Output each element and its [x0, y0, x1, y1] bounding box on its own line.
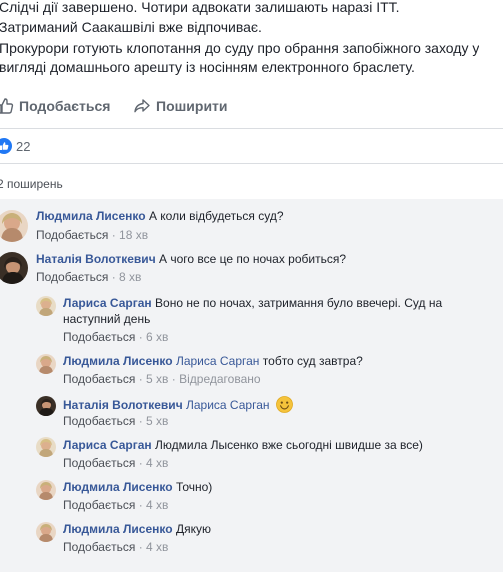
reply-author[interactable]: Людмила Лисенко — [63, 522, 173, 536]
reply-author[interactable]: Наталія Волоткевич — [63, 398, 183, 412]
comment-body: Людмила Лисенко А коли відбудеться суд? — [36, 208, 284, 224]
reaction-count: 22 — [16, 138, 31, 154]
reply-body: Людмила Лисенко Точно) — [63, 479, 212, 495]
reply-meta: Подобається · 4 хв — [63, 540, 168, 554]
avatar[interactable] — [36, 522, 56, 542]
reply-like-link[interactable]: Подобається — [63, 498, 135, 512]
reply-like-link[interactable]: Подобається — [63, 456, 135, 470]
comment-text: А чого все це по ночах робиться? — [159, 252, 347, 266]
share-button-label: Поширити — [156, 98, 228, 114]
reactions-summary[interactable]: 22 — [0, 138, 30, 154]
avatar[interactable] — [36, 437, 56, 457]
share-button[interactable]: Поширити — [133, 97, 228, 115]
reply-author[interactable]: Лариса Сарган — [63, 296, 152, 310]
reply-body: Людмила Лисенко Дякую — [63, 521, 211, 537]
avatar[interactable] — [36, 296, 56, 316]
meta-separator: · — [111, 228, 116, 242]
like-button[interactable]: Подобається — [0, 97, 110, 115]
thumbs-up-icon — [0, 97, 14, 115]
reply-like-link[interactable]: Подобається — [63, 414, 135, 428]
reply-body: Лариса Сарган Воно не по ночах, затриман… — [63, 295, 463, 327]
meta-separator: · — [138, 330, 143, 344]
reply-time[interactable]: 6 хв — [146, 330, 168, 344]
divider — [0, 163, 503, 164]
reply-like-link[interactable]: Подобається — [63, 540, 135, 554]
reply-body: Лариса Сарган Людмила Лысенко вже сьогод… — [63, 437, 423, 453]
comment-meta: Подобається · 8 хв — [36, 270, 141, 284]
shares-count[interactable]: 2 поширень — [0, 177, 63, 191]
comment-time[interactable]: 8 хв — [119, 270, 141, 284]
reply-text: Дякую — [175, 522, 211, 536]
comment-like-link[interactable]: Подобається — [36, 228, 108, 242]
reply-time[interactable]: 5 хв — [146, 414, 168, 428]
reply-time[interactable]: 4 хв — [146, 540, 168, 554]
avatar[interactable] — [36, 480, 56, 500]
comment-body: Наталія Волоткевич А чого все це по ноча… — [36, 251, 346, 267]
comment-author[interactable]: Людмила Лисенко — [36, 209, 146, 223]
reply-time[interactable]: 4 хв — [146, 498, 168, 512]
reply-meta: Подобається · 4 хв — [63, 498, 168, 512]
reply-body: Людмила Лисенко Лариса Сарган тобто суд … — [63, 353, 363, 369]
reply-text: Точно) — [175, 480, 213, 494]
reply-mention[interactable]: Лариса Сарган — [176, 354, 260, 368]
meta-separator: · — [171, 372, 176, 386]
meta-separator: · — [138, 540, 143, 554]
reply-text: наступний день — [63, 312, 151, 326]
reply-mention[interactable]: Лариса Сарган — [186, 398, 270, 412]
comment-like-link[interactable]: Подобається — [36, 270, 108, 284]
reply-author[interactable]: Людмила Лисенко — [63, 480, 173, 494]
like-reaction-icon — [0, 138, 12, 154]
smile-emoji-icon — [275, 396, 293, 417]
edited-label[interactable]: Відредаговано — [179, 372, 260, 386]
post-actions: Подобається Поширити — [0, 96, 503, 120]
share-arrow-icon — [133, 97, 151, 115]
reply-time[interactable]: 4 хв — [146, 456, 168, 470]
reply-meta: Подобається · 6 хв — [63, 330, 168, 344]
reply-like-link[interactable]: Подобається — [63, 330, 135, 344]
comment-text: А коли відбудеться суд? — [148, 209, 284, 223]
meta-separator: · — [138, 456, 143, 470]
reply-text: Воно не по ночах, затримання було ввечер… — [155, 296, 443, 310]
like-button-label: Подобається — [19, 98, 111, 114]
reply-time[interactable]: 5 хв — [146, 372, 168, 386]
post-line: Прокурори готують клопотання до суду про… — [0, 40, 480, 56]
reply-text: Людмила Лысенко вже сьогодні швидше за в… — [155, 438, 423, 452]
comment-time[interactable]: 18 хв — [119, 228, 148, 242]
reply-meta: Подобається · 5 хв — [63, 414, 168, 428]
reply-like-link[interactable]: Подобається — [63, 372, 135, 386]
reply-meta: Подобається · 4 хв — [63, 456, 168, 470]
comment-meta: Подобається · 18 хв — [36, 228, 148, 242]
divider — [0, 128, 503, 129]
reply-meta: Подобається · 5 хв · Відредаговано — [63, 372, 261, 386]
avatar[interactable] — [36, 354, 56, 374]
reply-author[interactable]: Лариса Сарган — [63, 438, 152, 452]
reply-text: тобто суд завтра? — [262, 354, 363, 368]
avatar[interactable] — [36, 396, 56, 416]
meta-separator: · — [138, 372, 143, 386]
post-line: вигляді домашнього арешту із носінням ел… — [0, 59, 415, 75]
post-line: Затриманий Саакашвілі вже відпочиває. — [0, 19, 262, 35]
comment-author[interactable]: Наталія Волоткевич — [36, 252, 156, 266]
reply-author[interactable]: Людмила Лисенко — [63, 354, 173, 368]
meta-separator: · — [138, 414, 143, 428]
meta-separator: · — [138, 498, 143, 512]
post-line: Слідчі дії завершено. Чотири адвокати за… — [0, 0, 400, 15]
meta-separator: · — [111, 270, 116, 284]
